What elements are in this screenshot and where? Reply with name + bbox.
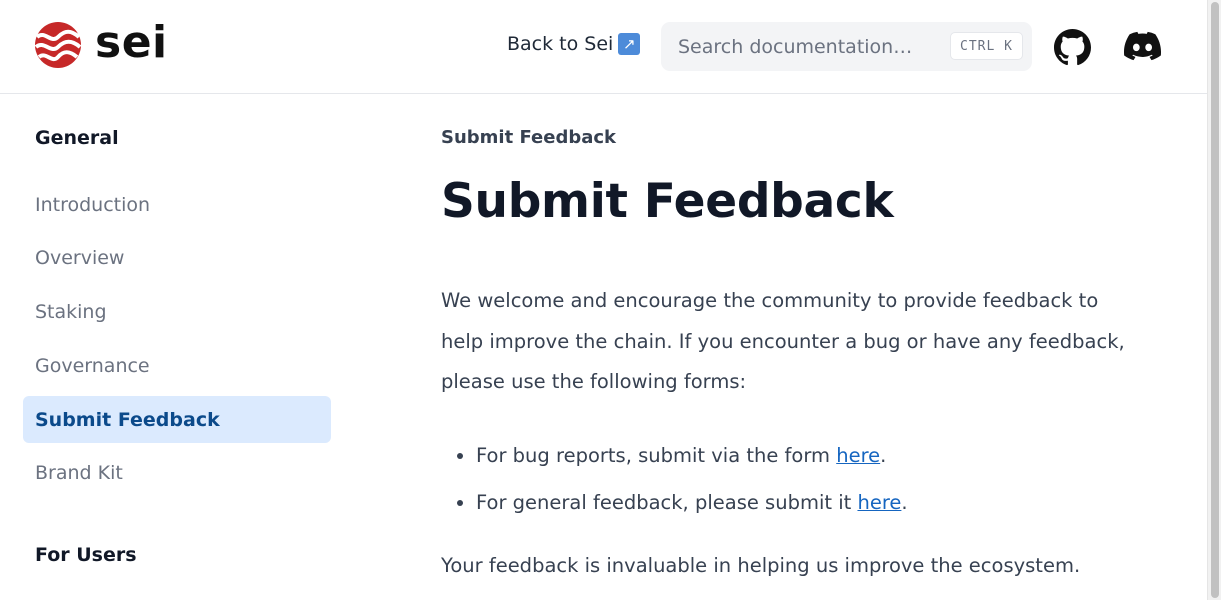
- bullet-suffix: .: [901, 491, 908, 514]
- feedback-links-list: For bug reports, submit via the form her…: [441, 432, 908, 526]
- list-item-bug-reports: For bug reports, submit via the form her…: [476, 432, 908, 479]
- bullet-text: For general feedback, please submit it: [476, 491, 858, 514]
- discord-icon[interactable]: [1124, 31, 1161, 61]
- sidebar-item-staking[interactable]: Staking: [23, 288, 331, 335]
- sidebar-item-brand-kit[interactable]: Brand Kit: [23, 449, 331, 496]
- search-shortcut-badge: CTRL K: [950, 32, 1023, 60]
- breadcrumb: Submit Feedback: [441, 127, 616, 148]
- sidebar: General Introduction Overview Staking Go…: [23, 94, 331, 600]
- sidebar-item-overview[interactable]: Overview: [23, 234, 331, 281]
- sidebar-item-label: Staking: [35, 300, 107, 323]
- sidebar-section-general: General: [35, 127, 119, 149]
- scrollbar-thumb[interactable]: [1211, 2, 1219, 598]
- sidebar-item-label: Introduction: [35, 193, 151, 216]
- outro-paragraph: Your feedback is invaluable in helping u…: [441, 554, 1081, 577]
- search-input[interactable]: Search documentation… CTRL K: [661, 22, 1032, 71]
- back-link-label: Back to Sei: [507, 33, 614, 55]
- back-to-sei-link[interactable]: Back to Sei ↗: [507, 33, 641, 55]
- sidebar-item-governance[interactable]: Governance: [23, 342, 331, 389]
- intro-paragraph: We welcome and encourage the community t…: [441, 289, 1125, 393]
- github-icon[interactable]: [1054, 29, 1091, 66]
- external-link-icon: ↗: [618, 33, 641, 55]
- top-nav: sei Back to Sei ↗ Search documentation… …: [0, 0, 1207, 94]
- sei-logo-link[interactable]: sei: [35, 17, 168, 68]
- sidebar-item-label: Governance: [35, 354, 150, 377]
- sei-logo-icon: [35, 22, 81, 68]
- list-item-general-feedback: For general feedback, please submit it h…: [476, 479, 908, 526]
- sidebar-item-submit-feedback[interactable]: Submit Feedback: [23, 396, 331, 443]
- sidebar-item-label: Submit Feedback: [35, 408, 220, 431]
- bullet-suffix: .: [880, 444, 887, 467]
- sidebar-item-introduction[interactable]: Introduction: [23, 181, 331, 228]
- logo-text: sei: [95, 17, 168, 68]
- page-scrollbar[interactable]: [1207, 0, 1221, 600]
- page-title: Submit Feedback: [441, 174, 894, 229]
- general-feedback-form-link[interactable]: here: [857, 491, 901, 514]
- sidebar-item-label: Brand Kit: [35, 461, 123, 484]
- sidebar-item-label: Overview: [35, 246, 125, 269]
- bug-report-form-link[interactable]: here: [836, 444, 880, 467]
- sidebar-section-for-users: For Users: [35, 544, 137, 566]
- bullet-text: For bug reports, submit via the form: [476, 444, 837, 467]
